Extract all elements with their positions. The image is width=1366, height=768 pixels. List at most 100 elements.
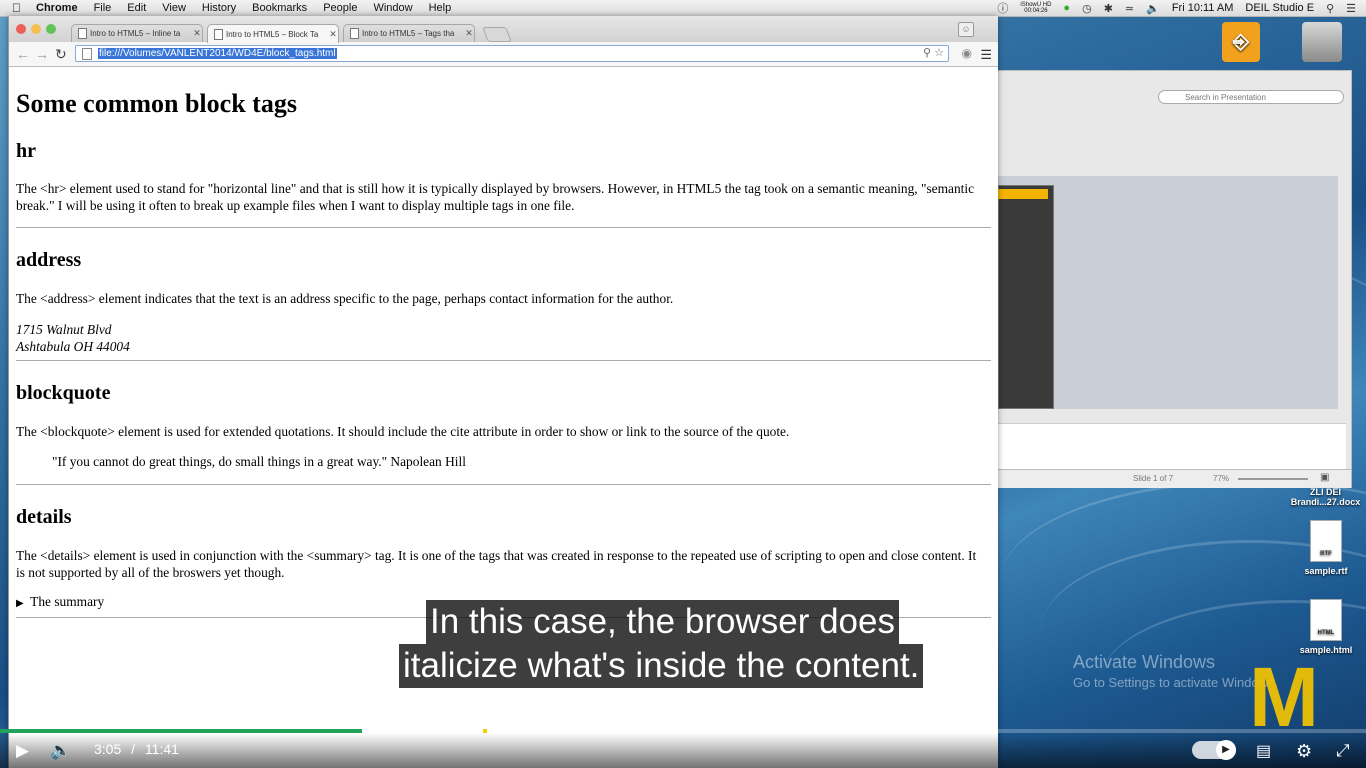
paragraph-hr: The <hr> element used to stand for "hori… — [16, 181, 975, 213]
heading-blockquote: blockquote — [16, 382, 111, 404]
close-window-button[interactable] — [16, 24, 26, 34]
tab-block-tags[interactable]: Intro to HTML5 – Block Ta ✕ — [207, 24, 339, 43]
page-icon — [78, 28, 87, 39]
forward-icon[interactable]: → — [35, 46, 49, 62]
menu-help[interactable]: Help — [429, 2, 452, 14]
volume-icon[interactable]: 🔈 — [50, 741, 71, 761]
extension-icon[interactable]: ◉ — [962, 46, 972, 60]
menu-view[interactable]: View — [162, 2, 186, 14]
autoplay-play-icon: ▶ — [1216, 740, 1236, 760]
tab-title: Intro to HTML5 – Block Ta — [226, 29, 319, 39]
menubar-user[interactable]: DEIL Studio E — [1245, 2, 1314, 14]
zoom-window-button[interactable] — [46, 24, 56, 34]
menu-app-name[interactable]: Chrome — [36, 2, 78, 14]
time-display: 3:05 / 11:41 — [94, 741, 179, 757]
html-badge: HTML — [1317, 630, 1335, 636]
zoom-level: 77% — [1213, 474, 1230, 483]
heading-details: details — [16, 506, 72, 528]
details-summary-toggle[interactable]: ▶ The summary — [16, 594, 104, 610]
reload-icon[interactable]: ↻ — [55, 46, 67, 63]
menu-window[interactable]: Window — [373, 2, 412, 14]
address-line-2: Ashtabula OH 44004 — [16, 339, 130, 354]
autoplay-toggle[interactable]: ▶ — [1192, 740, 1236, 760]
browser-toolbar: ← → ↻ file:///Volumes/VANLENT2014/WD4E/b… — [9, 42, 998, 67]
rtf-badge: RTF — [1320, 551, 1332, 557]
slide-thumbnail[interactable] — [998, 185, 1054, 409]
menu-history[interactable]: History — [202, 2, 236, 14]
url-text[interactable]: file:///Volumes/VANLENT2014/WD4E/block_t… — [98, 48, 337, 59]
divider — [16, 227, 991, 228]
desktop-file-rtf[interactable]: RTF sample.rtf — [1296, 520, 1356, 576]
page-icon — [214, 28, 223, 40]
recorder-time: 00:04:26 — [1024, 8, 1048, 14]
heading-address: address — [16, 249, 82, 271]
page-icon — [350, 28, 359, 39]
usb-drive-icon[interactable]: ⎆ — [1222, 22, 1260, 62]
settings-gear-icon[interactable]: ⚙ — [1296, 741, 1312, 762]
file-icon — [82, 47, 92, 60]
heading-hr: hr — [16, 140, 36, 162]
rtf-label: sample.rtf — [1304, 566, 1348, 576]
docx-label-line1: ZLI DEI — [1310, 487, 1341, 497]
current-time: 3:05 — [94, 741, 122, 757]
notification-center-icon[interactable]: ☰ — [1346, 2, 1356, 15]
time-separator: / — [131, 741, 136, 757]
info-icon[interactable]: ⓘ — [997, 0, 1008, 16]
menu-bookmarks[interactable]: Bookmarks — [252, 2, 307, 14]
caption-line-1: In this case, the browser does — [426, 600, 899, 644]
desktop-file-html[interactable]: HTML sample.html — [1296, 599, 1356, 655]
notes-pane[interactable] — [998, 423, 1346, 470]
address-line-1: 1715 Walnut Blvd — [16, 322, 112, 337]
hard-drive-icon[interactable] — [1302, 22, 1342, 62]
record-indicator-icon: ● — [1063, 2, 1071, 14]
paragraph-address: The <address> element indicates that the… — [16, 291, 674, 306]
disclosure-triangle-icon: ▶ — [16, 598, 24, 609]
bookmark-star-icon[interactable]: ☆ — [934, 47, 944, 59]
close-tab-icon[interactable]: ✕ — [328, 29, 338, 40]
presentation-search-input[interactable]: Search in Presentation — [1158, 90, 1344, 104]
close-tab-icon[interactable]: ✕ — [464, 28, 474, 39]
menu-people[interactable]: People — [323, 2, 357, 14]
close-tab-icon[interactable]: ✕ — [192, 28, 202, 39]
docx-label-line2: Brandi...27.docx — [1290, 497, 1361, 507]
recorder-status[interactable]: iShowU HD 00:04:26 — [1020, 2, 1051, 14]
tab-tags-that[interactable]: Intro to HTML5 – Tags tha ✕ — [343, 24, 475, 42]
rtf-document-icon: RTF — [1310, 520, 1342, 562]
chrome-menu-icon[interactable]: ☰ — [980, 47, 992, 63]
zoom-slider[interactable] — [1238, 478, 1308, 480]
new-tab-button[interactable] — [482, 27, 512, 42]
bluetooth-icon[interactable]: ✱ — [1104, 2, 1113, 15]
ppt-status-bar: Slide 1 of 7 77% ▣ — [998, 469, 1351, 488]
summary-label: The summary — [30, 594, 105, 609]
minimize-window-button[interactable] — [31, 24, 41, 34]
html-document-icon: HTML — [1310, 599, 1342, 641]
caption-text-1: In this case, the browser does — [426, 600, 899, 644]
desktop-file-docx[interactable]: ZLI DEI Brandi...27.docx — [1288, 487, 1363, 507]
quote-block: "If you cannot do great things, do small… — [52, 454, 466, 469]
profile-icon[interactable]: ☺ — [958, 22, 974, 37]
fit-window-icon[interactable]: ▣ — [1320, 472, 1329, 483]
tab-title: Intro to HTML5 – Inline ta — [90, 29, 181, 38]
zoom-icon[interactable]: ⚲ — [923, 47, 931, 59]
time-machine-icon[interactable]: ◷ — [1082, 2, 1092, 15]
menubar-clock[interactable]: Fri 10:11 AM — [1172, 2, 1234, 14]
play-icon[interactable]: ▶ — [16, 741, 29, 761]
divider — [16, 484, 991, 485]
back-icon[interactable]: ← — [16, 46, 30, 62]
powerpoint-window: Search in Presentation Slide 1 of 7 77% … — [997, 70, 1352, 488]
wifi-icon[interactable]: ≃ — [1125, 2, 1134, 15]
apple-icon[interactable]:  — [12, 1, 26, 15]
menu-edit[interactable]: Edit — [127, 2, 146, 14]
video-controls: ▶ 🔈 3:05 / 11:41 ▶ ▤ ⚙ ⤢ — [0, 733, 1366, 768]
spotlight-search-icon[interactable]: ⚲ — [1326, 2, 1334, 15]
subtitles-icon[interactable]: ▤ — [1256, 741, 1271, 761]
exit-fullscreen-icon[interactable]: ⤢ — [1336, 741, 1350, 761]
tab-title: Intro to HTML5 – Tags tha — [362, 29, 455, 38]
slide-counter: Slide 1 of 7 — [1133, 474, 1174, 483]
address-bar[interactable]: file:///Volumes/VANLENT2014/WD4E/block_t… — [75, 45, 949, 62]
tab-inline-tags[interactable]: Intro to HTML5 – Inline ta ✕ — [71, 24, 203, 42]
menu-file[interactable]: File — [94, 2, 112, 14]
volume-icon[interactable]: 🔈 — [1146, 2, 1160, 15]
mac-menubar:  Chrome File Edit View History Bookmark… — [0, 0, 1366, 17]
caption-text-2: italicize what's inside the content. — [399, 644, 924, 688]
